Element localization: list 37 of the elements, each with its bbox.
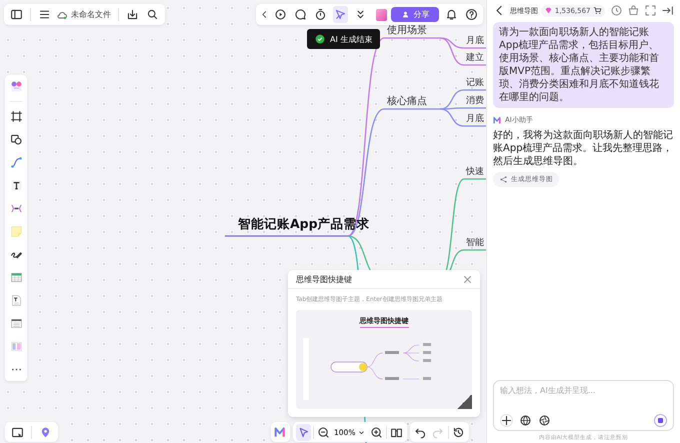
root-node[interactable]: 智能记账App产品需求 [238, 216, 370, 231]
chevron-icon[interactable] [260, 10, 269, 19]
collapse-panel-icon[interactable] [660, 4, 674, 18]
chat-input-field[interactable]: 输入想法，AI生成并呈现... [500, 385, 667, 413]
aperture-icon[interactable] [537, 413, 551, 427]
leaf-node[interactable]: 智能 [466, 238, 484, 249]
bag-icon[interactable] [626, 4, 640, 18]
toast-text: AI 生成结束 [330, 34, 372, 44]
popup-title: 思维导图快捷键 [296, 274, 352, 284]
leaf-node[interactable]: 月底 [466, 36, 484, 47]
share-nodes-icon [499, 175, 508, 184]
check-icon [315, 34, 325, 44]
stop-button[interactable] [654, 414, 667, 426]
fullscreen-icon[interactable] [643, 4, 658, 18]
cart-icon [592, 6, 602, 15]
assistant-logo-icon [493, 116, 502, 124]
branch-node[interactable]: 使用场景 [387, 25, 427, 37]
app-logo-icon[interactable] [274, 426, 287, 438]
chat-input-box[interactable]: 输入想法，AI生成并呈现... [493, 380, 674, 431]
leaf-node[interactable]: 月底 [466, 114, 484, 125]
assistant-message: 好的，我将为这款面向职场新人的智能记账App梳理产品需求。让我先整理思路，然后生成思维导图。 [493, 129, 674, 168]
file-name[interactable]: 未命名文件 [71, 9, 111, 20]
leaf-node[interactable]: 消费 [466, 96, 484, 107]
user-icon [401, 10, 410, 19]
globe-icon[interactable] [518, 413, 532, 427]
leaf-node[interactable]: 快速 [466, 167, 484, 178]
add-icon[interactable] [500, 414, 513, 426]
user-message: 请为一款面向职场新人的智能记账App梳理产品需求，包括目标用户、使用场景、核心痛点、主要功能和首版MVP范围。重点解决记账步骤繁琐、消费分类困难和月底不知道钱花在哪里的问题。 [493, 22, 674, 108]
select-tool-icon[interactable] [296, 424, 311, 440]
gem-icon [544, 6, 553, 15]
branch-node[interactable]: 核心痛点 [387, 96, 427, 108]
share-button[interactable]: 分享 [391, 7, 440, 22]
avatar-icon [376, 8, 388, 20]
help-icon[interactable] [463, 6, 479, 23]
laser-tool-icon[interactable] [332, 6, 348, 23]
leaf-node[interactable]: 记账 [466, 78, 484, 89]
leaf-node[interactable]: 建立 [466, 53, 484, 64]
